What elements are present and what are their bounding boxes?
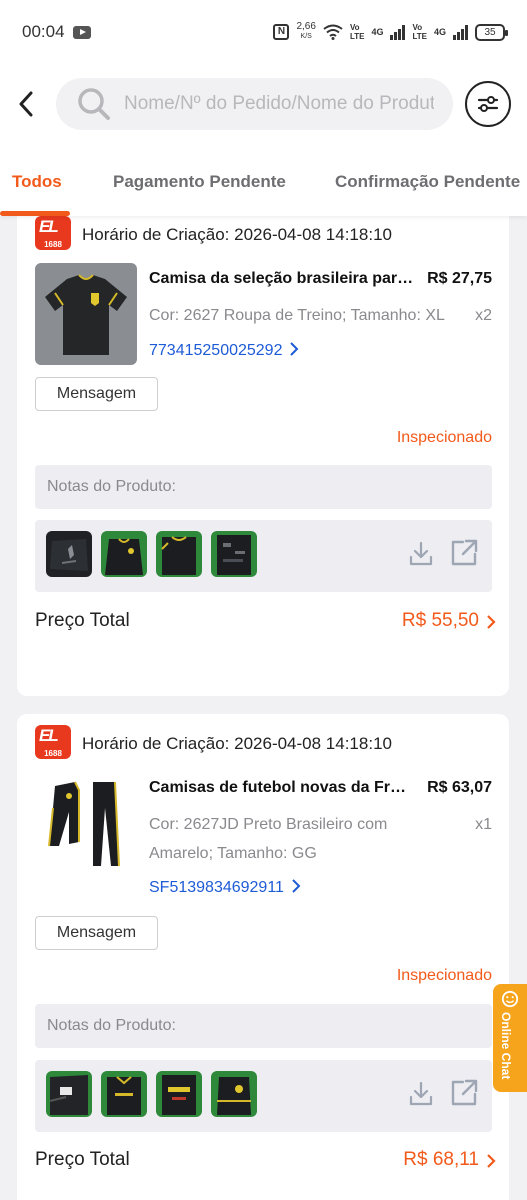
youtube-notification-icon	[72, 25, 91, 39]
total-price-label: Preço Total	[35, 610, 130, 631]
logo-1688: EL 1688	[35, 216, 71, 250]
nfc-icon: N	[273, 24, 290, 40]
tab-pagamento-pendente[interactable]: Pagamento Pendente	[113, 172, 286, 192]
search-box[interactable]	[56, 78, 453, 130]
battery-icon: 35	[475, 23, 508, 41]
order-tabs: Todos Pagamento Pendente Confirmação Pen…	[0, 144, 527, 216]
network-speed: 2,66 K/S	[296, 22, 315, 42]
volte-indicator-2: Vo LTE	[412, 23, 427, 41]
sliders-icon	[477, 96, 499, 112]
inspection-photo[interactable]	[211, 531, 257, 577]
creation-time: Horário de Criação: 2026-04-08 14:18:10	[82, 225, 392, 244]
chevron-right-icon[interactable]	[485, 614, 497, 630]
signal-icon	[390, 24, 406, 40]
inspection-photo[interactable]	[211, 1071, 257, 1117]
back-button[interactable]	[4, 74, 48, 134]
inspection-photo[interactable]	[46, 1071, 92, 1117]
inspection-photo[interactable]	[101, 1071, 147, 1117]
chevron-right-icon[interactable]	[485, 1153, 497, 1169]
product-name[interactable]: Camisa da seleção brasileira para treino	[149, 270, 414, 288]
status-time: 00:04	[22, 22, 65, 41]
message-button[interactable]: Mensagem	[35, 377, 158, 411]
download-icon[interactable]	[408, 540, 434, 568]
tracking-number[interactable]: SF5139834692911	[149, 879, 302, 897]
product-price: R$ 27,75	[427, 270, 492, 287]
tracking-number[interactable]: 773415250025292	[149, 342, 300, 360]
order-status: Inspecionado	[396, 967, 492, 984]
online-chat-label: Online Chat	[499, 1012, 513, 1080]
header	[0, 64, 527, 144]
product-image[interactable]	[35, 772, 137, 874]
share-icon[interactable]	[449, 1078, 479, 1108]
inspection-photo[interactable]	[156, 1071, 202, 1117]
signal-icon	[453, 24, 468, 40]
network-speed-value: 2,66	[296, 21, 316, 32]
wifi-icon	[323, 24, 343, 40]
inspection-photos	[35, 1060, 492, 1132]
tab-confirmacao-pendente[interactable]: Confirmação Pendente	[335, 172, 520, 192]
search-input[interactable]	[124, 93, 434, 115]
product-variant-line-2: Amarelo; Tamanho: GG	[149, 845, 317, 862]
network-type-2: 4G	[433, 27, 446, 37]
network-speed-unit: K/S	[300, 33, 312, 40]
chevron-right-icon	[290, 342, 299, 356]
product-variant: Cor: 2627JD Preto Brasileiro com	[149, 816, 388, 833]
download-icon[interactable]	[408, 1080, 434, 1108]
order-card: EL 1688 Horário de Criação: 2026-04-08 1…	[17, 714, 509, 1200]
total-price-value[interactable]: R$ 55,50	[402, 610, 479, 632]
order-card: EL 1688 Horário de Criação: 2026-04-08 1…	[17, 200, 509, 696]
inspection-photos	[35, 520, 492, 592]
creation-time: Horário de Criação: 2026-04-08 14:18:10	[82, 734, 392, 753]
share-icon[interactable]	[449, 538, 479, 568]
filter-button[interactable]	[465, 81, 511, 127]
tab-todos[interactable]: Todos	[12, 172, 62, 192]
product-quantity: x2	[475, 307, 492, 324]
volte-indicator-1: Vo LTE	[349, 23, 365, 41]
total-price-label: Preço Total	[35, 1149, 130, 1170]
inspection-photo[interactable]	[101, 531, 147, 577]
order-status: Inspecionado	[396, 429, 492, 446]
product-variant: Cor: 2627 Roupa de Treino; Tamanho: XL	[149, 307, 445, 324]
product-name[interactable]: Camisas de futebol novas da França	[149, 779, 414, 797]
chevron-left-icon	[19, 91, 33, 117]
inspection-photo[interactable]	[46, 531, 92, 577]
chevron-right-icon	[292, 879, 301, 893]
status-bar: 00:04 N 2,66 K/S Vo LTE 4G Vo LTE 4G 35	[0, 0, 527, 64]
product-image[interactable]	[35, 263, 137, 365]
network-type-1: 4G	[371, 27, 384, 37]
online-chat-button[interactable]: Online Chat	[493, 984, 527, 1092]
total-price-value[interactable]: R$ 68,11	[403, 1149, 479, 1171]
product-price: R$ 63,07	[427, 779, 492, 796]
product-quantity: x1	[475, 816, 492, 833]
product-notes[interactable]: Notas do Produto:	[35, 465, 492, 509]
status-indicators: N 2,66 K/S Vo LTE 4G Vo LTE 4G 35	[273, 22, 508, 42]
search-icon	[78, 88, 110, 120]
product-notes[interactable]: Notas do Produto:	[35, 1004, 492, 1048]
smiley-icon	[501, 990, 519, 1008]
active-tab-indicator	[0, 211, 70, 216]
message-button[interactable]: Mensagem	[35, 916, 158, 950]
logo-1688: EL 1688	[35, 725, 71, 759]
inspection-photo[interactable]	[156, 531, 202, 577]
